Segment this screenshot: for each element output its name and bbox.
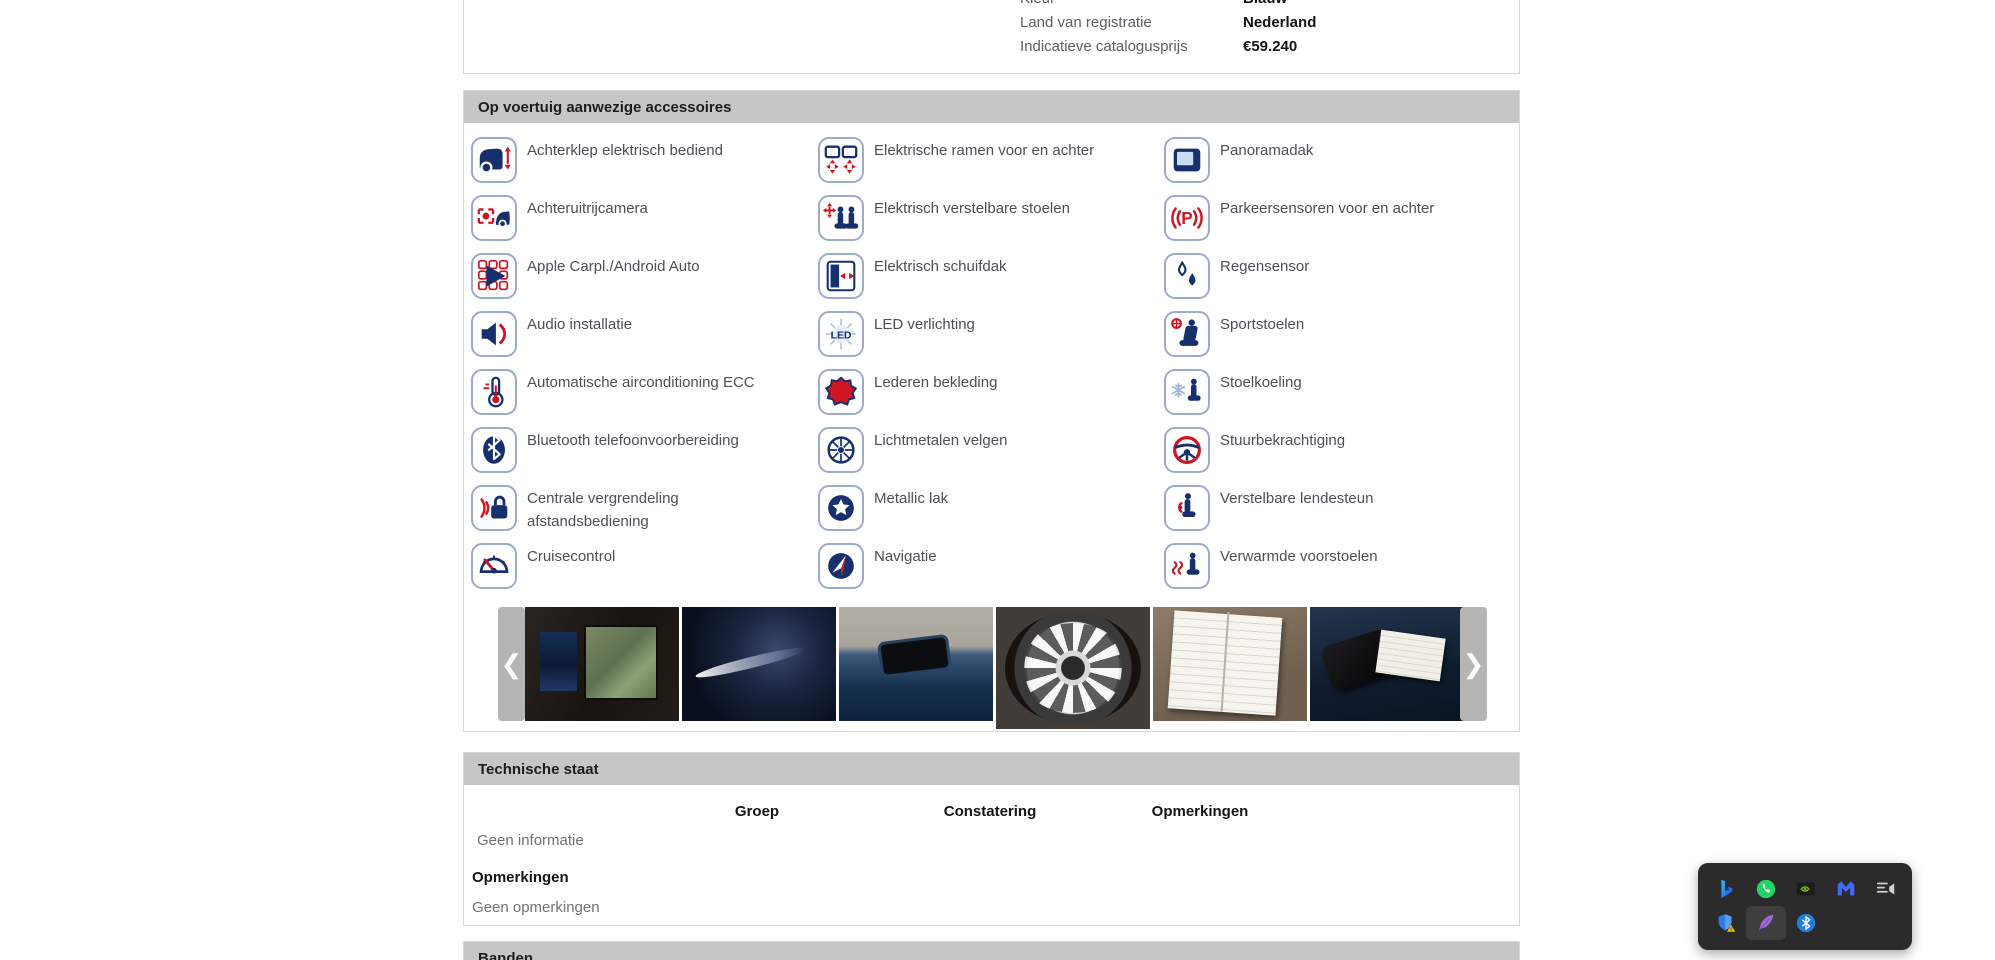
- tyres-header: Banden: [464, 942, 1519, 960]
- svg-text:LED: LED: [831, 330, 852, 341]
- parking-sensors-icon: P: [1164, 195, 1210, 241]
- field-label: Indicatieve catalogusprijs: [1020, 37, 1188, 56]
- accessory-label: Elektrisch schuifdak: [874, 255, 1116, 278]
- accessory-label: Stuurbekrachtiging: [1220, 429, 1462, 452]
- tailgate-electric-icon: [471, 137, 517, 183]
- accessory-label: Navigatie: [874, 545, 1116, 568]
- panorama-roof-icon: [1164, 137, 1210, 183]
- system-tray-overflow: [1698, 863, 1912, 950]
- no-remarks-text: Geen opmerkingen: [472, 899, 600, 916]
- accessory-label: Achterklep elektrisch bediend: [527, 139, 769, 162]
- accessories-card: Op voertuig aanwezige accessoires Achter…: [463, 90, 1520, 732]
- photo-car-keys[interactable]: [1310, 607, 1464, 721]
- alloy-wheels-icon: [818, 427, 864, 473]
- carousel-prev-button[interactable]: ❮: [498, 607, 525, 721]
- field-value: €59.240: [1243, 37, 1297, 56]
- accessory-label: Centrale vergrendeling afstandsbediening: [527, 487, 769, 533]
- column-header-groep: Groep: [735, 803, 779, 820]
- central-locking-icon: [471, 485, 517, 531]
- audio-system-icon: [471, 311, 517, 357]
- vehicle-info-card: Kleur Blauw Land van registratie Nederland I…: [463, 0, 1520, 74]
- bluetooth-tray-icon[interactable]: [1786, 906, 1826, 940]
- announcements-icon[interactable]: [1866, 872, 1906, 906]
- feather-icon[interactable]: [1746, 906, 1786, 940]
- svg-text:P: P: [1181, 209, 1192, 228]
- whatsapp-icon[interactable]: [1746, 872, 1786, 906]
- accessories-title: Op voertuig aanwezige accessoires: [478, 99, 731, 116]
- accessory-label: Verwarmde voorstoelen: [1220, 545, 1462, 568]
- photo-headlight-night[interactable]: [682, 607, 836, 721]
- accessory-label: Bluetooth telefoonvoorbereiding: [527, 429, 769, 452]
- technical-state-title: Technische staat: [478, 761, 599, 778]
- seat-cooling-icon: [1164, 369, 1210, 415]
- malwarebytes-icon[interactable]: [1826, 872, 1866, 906]
- accessory-label: Panoramadak: [1220, 139, 1462, 162]
- electric-windows-icon: [818, 137, 864, 183]
- field-value: Blauw: [1243, 0, 1287, 8]
- accessory-label: Lederen bekleding: [874, 371, 1116, 394]
- photo-infotainment-navigation[interactable]: [525, 607, 679, 721]
- tray-row: [1706, 906, 1912, 940]
- power-steering-icon: [1164, 427, 1210, 473]
- tyres-title: Banden: [478, 950, 533, 960]
- photo-roof-sunroof-open[interactable]: [839, 607, 993, 721]
- bing-icon[interactable]: [1706, 872, 1746, 906]
- accessory-label: Parkeersensoren voor en achter: [1220, 197, 1462, 220]
- sport-seats-icon: [1164, 311, 1210, 357]
- electric-seats-icon: [818, 195, 864, 241]
- field-label: Kleur: [1020, 0, 1055, 8]
- accessory-label: Regensensor: [1220, 255, 1462, 278]
- bluetooth-phone-icon: [471, 427, 517, 473]
- technical-state-header: Technische staat: [464, 753, 1519, 785]
- accessory-label: Stoelkoeling: [1220, 371, 1462, 394]
- accessory-label: Metallic lak: [874, 487, 1116, 510]
- climate-control-icon: [471, 369, 517, 415]
- no-information-text: Geen informatie: [477, 832, 584, 849]
- security-shield-warning-icon[interactable]: [1706, 906, 1746, 940]
- remarks-label: Opmerkingen: [472, 869, 569, 886]
- accessory-label: Elektrische ramen voor en achter: [874, 139, 1116, 162]
- accessory-label: Cruisecontrol: [527, 545, 769, 568]
- heated-seats-icon: [1164, 543, 1210, 589]
- navigation-icon: [818, 543, 864, 589]
- field-label: Land van registratie: [1020, 13, 1152, 32]
- column-header-opmerkingen: Opmerkingen: [1152, 803, 1249, 820]
- carousel-next-button[interactable]: ❯: [1460, 607, 1487, 721]
- photo-alloy-wheel[interactable]: [996, 607, 1150, 729]
- page: Kleur Blauw Land van registratie Nederland I…: [0, 0, 1995, 960]
- sunroof-icon: [818, 253, 864, 299]
- leather-upholstery-icon: [818, 369, 864, 415]
- column-header-constatering: Constatering: [944, 803, 1037, 820]
- accessory-label: Sportstoelen: [1220, 313, 1462, 336]
- accessory-label: Elektrisch verstelbare stoelen: [874, 197, 1116, 220]
- accessories-header: Op voertuig aanwezige accessoires: [464, 91, 1519, 123]
- nvidia-icon[interactable]: [1786, 872, 1826, 906]
- carousel-thumbnails: [525, 607, 1464, 729]
- photo-carousel: ❮ ❯: [464, 607, 1521, 729]
- accessory-label: Apple Carpl./Android Auto: [527, 255, 769, 278]
- accessory-label: Verstelbare lendesteun: [1220, 487, 1462, 510]
- led-lighting-icon: LED: [818, 311, 864, 357]
- accessory-label: Achteruitrijcamera: [527, 197, 769, 220]
- cruise-control-icon: [471, 543, 517, 589]
- accessory-label: Automatische airconditioning ECC: [527, 371, 769, 394]
- tyres-card: Banden: [463, 941, 1520, 960]
- metallic-paint-icon: [818, 485, 864, 531]
- rain-sensor-icon: [1164, 253, 1210, 299]
- accessory-label: Lichtmetalen velgen: [874, 429, 1116, 452]
- accessory-label: LED verlichting: [874, 313, 1116, 336]
- rear-camera-icon: [471, 195, 517, 241]
- accessory-label: Audio installatie: [527, 313, 769, 336]
- lumbar-support-icon: [1164, 485, 1210, 531]
- technical-state-card: Technische staat Groep Constatering Opme…: [463, 752, 1520, 926]
- field-value: Nederland: [1243, 13, 1316, 32]
- carplay-android-icon: [471, 253, 517, 299]
- tray-row: [1706, 872, 1912, 906]
- photo-service-documents[interactable]: [1153, 607, 1307, 721]
